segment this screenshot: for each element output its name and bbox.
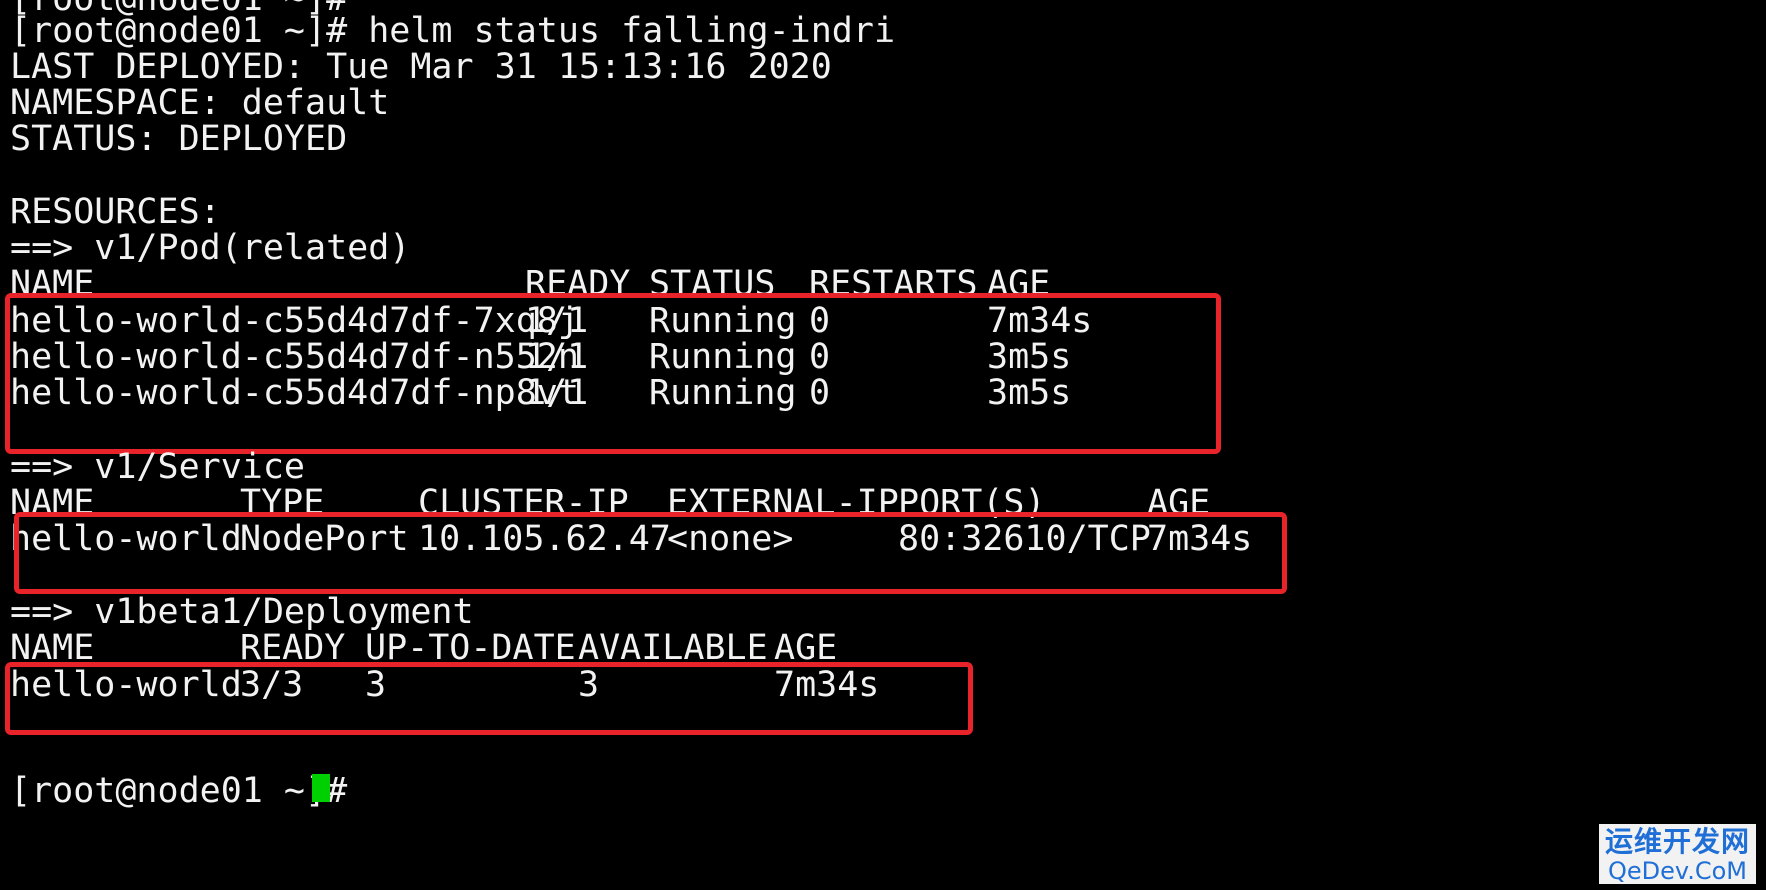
deployment-highlight-box — [5, 662, 973, 735]
terminal-cursor — [312, 774, 330, 802]
service-section-heading: ==> v1/Service — [10, 447, 306, 487]
site-watermark-logo: 运维开发网 QeDev.CoM — [1598, 824, 1756, 885]
status-line: STATUS: DEPLOYED — [10, 119, 348, 159]
watermark-bottom-text: QeDev.CoM — [1607, 857, 1747, 885]
terminal-window[interactable]: [root@node01 ~]# [root@node01 ~]# helm s… — [0, 0, 1766, 890]
deployment-section-heading: ==> v1beta1/Deployment — [10, 592, 474, 632]
pods-highlight-box — [5, 293, 1221, 454]
pods-section-heading: ==> v1/Pod(related) — [10, 228, 411, 268]
watermark-top-text: 运维开发网 — [1604, 825, 1750, 858]
final-prompt-line: [root@node01 ~]# — [10, 771, 348, 811]
service-highlight-box — [14, 512, 1287, 594]
